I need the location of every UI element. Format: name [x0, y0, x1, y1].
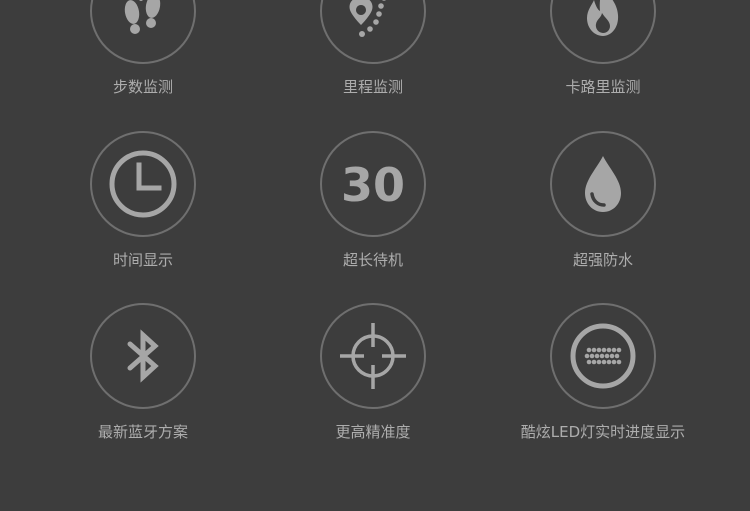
feature-waterproof: 超强防水 [488, 131, 718, 270]
feature-label: 里程监测 [342, 78, 403, 96]
clock-icon [109, 150, 177, 218]
feature-ring [90, 303, 196, 409]
feature-step-count: 步数监测 [28, 0, 258, 97]
standby-30-text: 30 [341, 158, 405, 212]
led-display-icon [570, 323, 636, 389]
feature-label: 最新蓝牙方案 [97, 423, 188, 441]
feature-calories: 卡路里监测 [488, 0, 718, 97]
feature-ring [320, 303, 426, 409]
feature-time-display: 时间显示 [28, 131, 258, 270]
feature-label: 时间显示 [112, 251, 173, 269]
feature-ring [90, 0, 196, 64]
feature-ring [550, 303, 656, 409]
feature-high-precision: 更高精准度 [258, 303, 488, 442]
feature-led-progress: 酷炫LED灯实时进度显示 [488, 303, 718, 442]
feature-label: 超长待机 [342, 251, 403, 269]
footprints-icon [124, 0, 161, 34]
feature-ring [90, 131, 196, 237]
feature-grid: 步数监测 里程监测 卡路里监测 时间显示 30 超长待机 超强防水 最新蓝牙方案… [0, 0, 750, 511]
feature-label: 步数监测 [112, 78, 173, 96]
feature-ring [550, 131, 656, 237]
location-route-icon [349, 0, 386, 37]
feature-label: 更高精准度 [335, 423, 411, 441]
feature-ring [550, 0, 656, 64]
standby-30-icon: 30 [341, 158, 405, 212]
bluetooth-icon [127, 329, 159, 383]
crosshair-icon [340, 323, 406, 389]
feature-label: 卡路里监测 [565, 78, 641, 96]
feature-label: 超强防水 [572, 251, 633, 269]
feature-long-standby: 30 超长待机 [258, 131, 488, 270]
feature-ring [320, 0, 426, 64]
feature-bluetooth: 最新蓝牙方案 [28, 303, 258, 442]
water-drop-icon [585, 156, 621, 212]
feature-ring: 30 [320, 131, 426, 237]
flame-icon [587, 0, 619, 36]
feature-distance: 里程监测 [258, 0, 488, 97]
feature-label: 酷炫LED灯实时进度显示 [520, 423, 686, 441]
